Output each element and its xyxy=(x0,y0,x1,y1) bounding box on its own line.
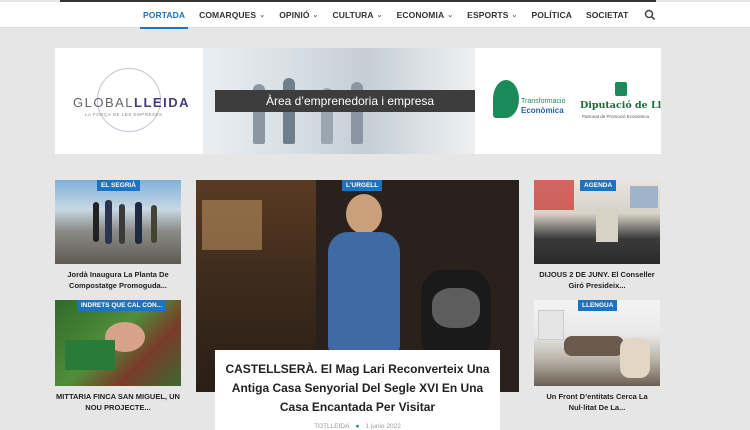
brand-part: GLOBAL xyxy=(73,95,135,110)
person-silhouette xyxy=(135,202,142,244)
banner-headline: Àrea d’emprenedoria i empresa xyxy=(215,90,485,112)
news-thumbnail[interactable] xyxy=(534,300,660,386)
crate-shape xyxy=(65,340,115,370)
nav-label: ESPORTS xyxy=(467,10,509,20)
category-badge[interactable]: INDRETS QUE CAL CON... xyxy=(77,300,167,311)
news-card-segria[interactable]: EL SEGRIÀ Jordà Inaugura La Planta De Co… xyxy=(55,180,181,294)
nav-societat[interactable]: SOCIETAT xyxy=(579,2,636,28)
globallleida-logo: GLOBALLLEIDA LA FORÇA DE LES EMPRESES xyxy=(55,48,203,154)
featured-title[interactable]: CASTELLSERÀ. El Mag Lari Reconverteix Un… xyxy=(215,360,500,417)
nav-label: COMARQUES xyxy=(199,10,257,20)
screen xyxy=(630,186,658,208)
news-card-indrets[interactable]: INDRETS QUE CAL CON... MITTARIA FINCA SA… xyxy=(55,300,181,416)
partner-text: Transformació xyxy=(521,98,566,105)
podium xyxy=(596,208,618,242)
nav-cultura[interactable]: CULTURA ⌄ xyxy=(326,2,390,28)
nav-label: SOCIETAT xyxy=(585,10,629,20)
nav-label: PORTADA xyxy=(143,10,186,20)
lamp-glow xyxy=(202,200,262,250)
transformacio-economica-text: Transformació Econòmica xyxy=(521,97,565,116)
category-badge[interactable]: LLENGUA xyxy=(578,300,618,311)
chevron-down-icon: ⌄ xyxy=(376,12,383,19)
person-head xyxy=(346,194,382,234)
news-title[interactable]: DIJOUS 2 DE JUNY. El Conseller Giró Pres… xyxy=(534,269,660,291)
featured-meta: TOTLLEIDA ● 1 junio 2022 xyxy=(215,423,500,430)
news-title[interactable]: MITTARIA FINCA SAN MIGUEL, UN NOU PROJEC… xyxy=(55,391,181,413)
author[interactable]: TOTLLEIDA xyxy=(314,423,349,430)
category-badge[interactable]: L'URGELL xyxy=(342,180,383,191)
brand-tagline: LA FORÇA DE LES EMPRESES xyxy=(85,112,163,117)
main-navbar: PORTADA COMARQUES ⌄ OPINIÓ ⌄ CULTURA ⌄ ECON… xyxy=(0,2,750,29)
search-icon[interactable] xyxy=(644,9,656,21)
nav-label: CULTURA xyxy=(332,10,374,20)
person-silhouette xyxy=(93,202,99,242)
chevron-down-icon: ⌄ xyxy=(259,12,266,19)
transformacio-economica-logo-icon xyxy=(493,80,519,118)
person-silhouette xyxy=(105,200,112,244)
news-card-agenda[interactable]: AGENDA DIJOUS 2 DE JUNY. El Conseller Gi… xyxy=(534,180,660,294)
diputacio-name: Diputació de Lleida xyxy=(580,100,661,111)
news-title[interactable]: Jordà Inaugura La Planta De Compostatge … xyxy=(55,269,181,291)
logo-sign xyxy=(534,180,574,210)
news-title[interactable]: Un Front D’entitats Cerca La Nul·litat D… xyxy=(534,391,660,413)
category-badge[interactable]: EL SEGRIÀ xyxy=(97,180,140,191)
news-card-llengua[interactable]: LLENGUA Un Front D’entitats Cerca La Nul… xyxy=(534,300,660,416)
news-thumbnail[interactable] xyxy=(534,180,660,264)
category-badge[interactable]: AGENDA xyxy=(580,180,617,191)
banner-sign xyxy=(538,310,564,340)
nav-label: ECONOMIA xyxy=(396,10,445,20)
main-nav: PORTADA COMARQUES ⌄ OPINIÓ ⌄ CULTURA ⌄ ECON… xyxy=(136,2,636,29)
nav-economia[interactable]: ECONOMIA ⌄ xyxy=(390,2,461,28)
chevron-down-icon: ⌄ xyxy=(447,12,454,19)
ad-banner[interactable]: GLOBALLLEIDA LA FORÇA DE LES EMPRESES Àr… xyxy=(55,48,661,154)
featured-caption: CASTELLSERÀ. El Mag Lari Reconverteix Un… xyxy=(215,350,500,430)
nav-label: POLÍTICA xyxy=(531,10,572,20)
nav-comarques[interactable]: COMARQUES ⌄ xyxy=(192,2,272,28)
nav-esports[interactable]: ESPORTS ⌄ xyxy=(460,2,524,28)
chevron-down-icon: ⌄ xyxy=(312,12,319,19)
diputacio-subtitle: Patronat de Promoció Econòmica xyxy=(582,114,650,119)
nav-politica[interactable]: POLÍTICA xyxy=(524,2,578,28)
nav-opinio[interactable]: OPINIÓ ⌄ xyxy=(272,2,325,28)
separator-dot: ● xyxy=(355,423,360,430)
person-silhouette xyxy=(151,205,157,243)
date: 1 junio 2022 xyxy=(365,423,401,430)
person-silhouette xyxy=(119,204,125,244)
people-group xyxy=(564,336,624,356)
brand-part: LLEIDA xyxy=(134,95,190,110)
diputacio-seal-icon xyxy=(615,82,627,96)
person-shirt xyxy=(328,232,400,352)
person-silhouette xyxy=(620,338,650,378)
nav-portada[interactable]: PORTADA xyxy=(136,2,192,29)
brand-name: GLOBALLLEIDA xyxy=(73,95,190,110)
news-thumbnail[interactable] xyxy=(55,300,181,386)
machine-detail xyxy=(432,288,480,328)
partner-logos: TransformacióEconòmica Diputació de Llei… xyxy=(475,48,661,154)
partner-text: Econòmica xyxy=(521,106,564,115)
news-thumbnail[interactable] xyxy=(55,180,181,264)
nav-label: OPINIÓ xyxy=(279,10,310,20)
chevron-down-icon: ⌄ xyxy=(511,12,518,19)
